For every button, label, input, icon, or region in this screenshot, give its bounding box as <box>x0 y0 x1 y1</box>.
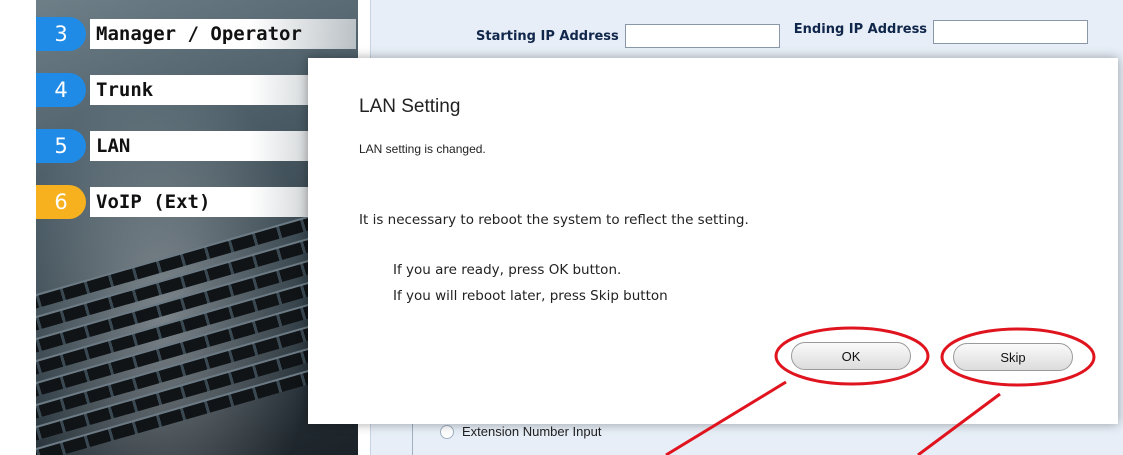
step-number-badge: 3 <box>36 17 86 51</box>
ending-ip-input[interactable] <box>933 20 1089 44</box>
ending-ip-label: Ending IP Address <box>793 21 928 37</box>
lan-setting-dialog: LAN Setting LAN setting is changed. It i… <box>308 58 1118 424</box>
starting-ip-input[interactable] <box>624 24 780 48</box>
dialog-message-later: If you will reboot later, press Skip but… <box>393 288 668 304</box>
dialog-title: LAN Setting <box>359 96 461 117</box>
extension-option[interactable]: Extension Number Input <box>440 424 601 439</box>
dialog-message-ready: If you are ready, press OK button. <box>393 262 622 278</box>
step-number-badge: 6 <box>36 185 86 219</box>
extension-radio[interactable] <box>440 424 454 439</box>
dialog-message-reboot: It is necessary to reboot the system to … <box>359 212 749 228</box>
dialog-message-changed: LAN setting is changed. <box>359 142 486 156</box>
sidebar-item-label: Manager / Operator <box>90 19 356 49</box>
skip-button[interactable]: Skip <box>953 343 1073 371</box>
ip-range-row: Starting IP Address Ending IP Address <box>476 20 1089 48</box>
extension-option-label: Extension Number Input <box>462 424 602 439</box>
starting-ip-label: Starting IP Address <box>476 28 619 44</box>
ok-button[interactable]: OK <box>791 342 911 370</box>
sidebar-item-manager-operator[interactable]: 3 Manager / Operator <box>36 17 358 51</box>
step-number-badge: 4 <box>36 73 86 107</box>
step-number-badge: 5 <box>36 129 86 163</box>
